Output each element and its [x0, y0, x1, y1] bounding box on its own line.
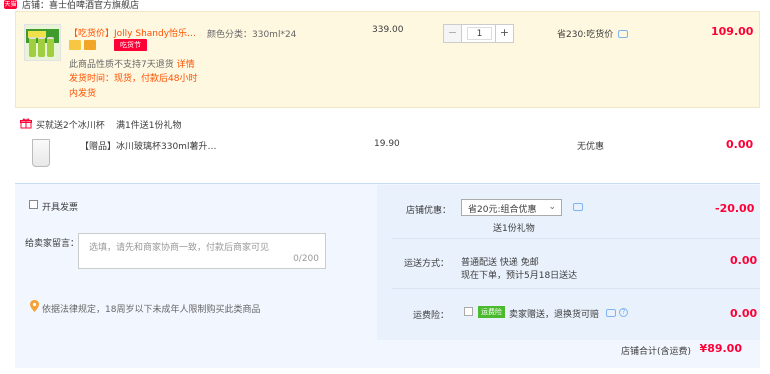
chevron-down-icon: ⌄: [548, 202, 556, 212]
gift-discount: 无优惠: [577, 142, 605, 152]
chat-icon[interactable]: [573, 203, 583, 211]
tmall-badge: 天猫: [4, 0, 17, 9]
can-image: [47, 37, 54, 57]
shipping-method: 普通配送 快递 免邮: [461, 258, 539, 268]
gift-promo-row: 买就送2个冰川杯 满1件送1份礼物: [0, 115, 770, 131]
seller-message-input[interactable]: 选填，请先和商家协商一致，付款后商家可见 0/200: [78, 233, 326, 269]
store-discount-select[interactable]: 省20元:组合优惠 ⌄: [461, 199, 562, 216]
insurance-label: 运费险：: [413, 311, 450, 321]
store-discount-label: 店铺优惠：: [406, 206, 452, 216]
quantity-input[interactable]: 1: [467, 27, 492, 40]
gift-promo-rule: 满1件送1份礼物: [116, 121, 182, 131]
chat-icon[interactable]: [606, 309, 616, 317]
shipping-label: 运送方式：: [404, 259, 450, 269]
message-counter: 0/200: [293, 254, 319, 264]
store-total-bar: 店铺合计(含运费) ¥89.00: [15, 340, 760, 368]
product-spec: 颜色分类：330ml*24: [207, 30, 297, 40]
help-icon[interactable]: ?: [619, 308, 628, 317]
policy-detail-link[interactable]: 详情: [177, 60, 195, 70]
gift-subtotal: 0.00: [726, 138, 754, 151]
quantity-increase-button[interactable]: +: [495, 25, 513, 42]
divider: [392, 238, 760, 239]
can-image: [38, 37, 45, 57]
store-discount-amount: -20.00: [715, 202, 755, 215]
unit-price: 339.00: [372, 25, 404, 35]
gift-thumbnail[interactable]: [32, 139, 50, 167]
return-policy-note: 此商品性质不支持7天退货 详情: [69, 57, 195, 70]
shipping-eta: 现在下单，预计5月18日送达: [461, 271, 578, 281]
invoice-checkbox[interactable]: [29, 200, 38, 209]
legal-notice: 依据法律规定，18周岁以下未成年人限制购买此类商品: [42, 305, 261, 315]
shipping-time-note: 发货时间：现货，付款后48小时: [69, 74, 198, 84]
title-text: Jolly Shandy怡乐…: [114, 29, 197, 39]
store-discount-gift: 送1份礼物: [493, 224, 535, 234]
gift-promo-text: 买就送2个冰川杯: [36, 121, 105, 131]
invoice-label: 开具发票: [42, 203, 79, 213]
gift-icon: [20, 118, 32, 129]
shipping-time-note-2: 内发货: [69, 89, 97, 99]
location-warning-icon: [30, 300, 39, 312]
discount-info: 省230:吃货价: [557, 30, 614, 40]
quantity-decrease-button[interactable]: −: [444, 25, 462, 42]
insurance-tag: 运费险: [478, 306, 505, 318]
quantity-stepper: − 1 +: [443, 24, 514, 43]
insurance-text: 卖家赠送，退换货可赔: [509, 310, 600, 320]
shipping-fee: 0.00: [730, 254, 758, 267]
total-label: 店铺合计(含运费): [621, 347, 692, 357]
message-placeholder: 选填，请先和商家协商一致，付款后商家可见: [89, 243, 270, 253]
message-label: 给卖家留言：: [25, 239, 80, 249]
chat-icon[interactable]: [618, 30, 628, 38]
return-policy-text: 此商品性质不支持7天退货: [69, 60, 174, 70]
store-header: 天猫 店铺：喜士伯啤酒官方旗舰店: [0, 0, 770, 11]
gift-price: 19.90: [374, 139, 400, 149]
gift-title-link[interactable]: 【赠品】冰川玻璃杯330ml薯升…: [80, 139, 216, 152]
divider: [392, 288, 760, 289]
title-tag: 【吃货价】: [69, 29, 115, 39]
product-thumbnail[interactable]: [24, 24, 61, 61]
product-title-link[interactable]: 【吃货价】Jolly Shandy怡乐…: [69, 26, 196, 39]
service-icon: [69, 40, 81, 50]
total-value: ¥89.00: [699, 342, 742, 355]
can-image: [29, 37, 36, 57]
insurance-checkbox[interactable]: [464, 307, 473, 316]
promo-tag-button[interactable]: 吃货节: [114, 39, 147, 51]
store-name[interactable]: 店铺：喜士伯啤酒官方旗舰店: [22, 0, 139, 11]
item-subtotal: 109.00: [711, 25, 754, 38]
insurance-fee: 0.00: [730, 307, 758, 320]
card-icon: [84, 40, 96, 50]
store-discount-value-text: 省20元:组合优惠: [468, 205, 537, 215]
